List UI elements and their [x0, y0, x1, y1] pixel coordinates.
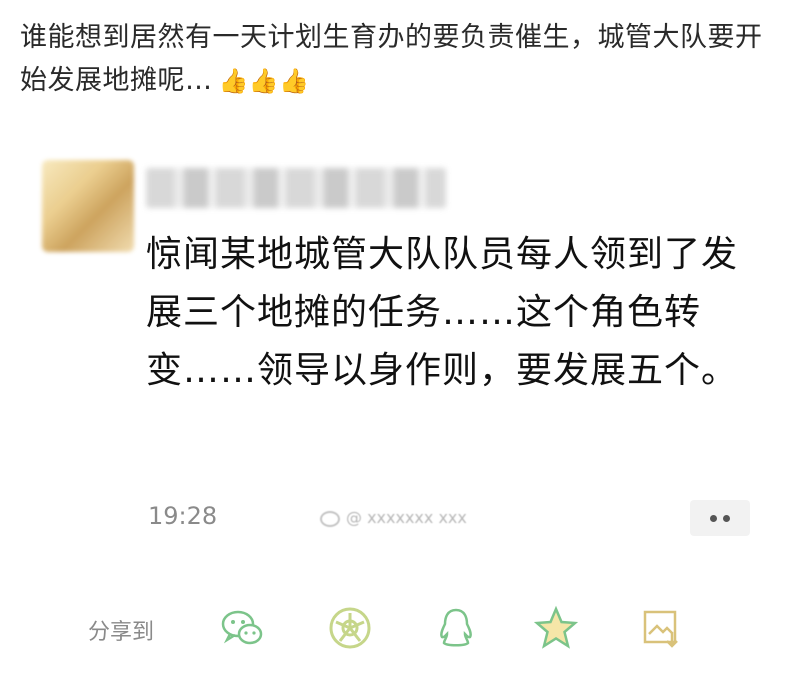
username-blurred[interactable]: [146, 168, 446, 208]
thumbs-up-emoji: 👍👍👍: [218, 67, 310, 95]
weibo-watermark-icon: [320, 510, 340, 527]
dot-icon: [710, 514, 717, 522]
caption-text: 谁能想到居然有一天计划生育办的要负责催生，城管大队要开始发展地摊呢… 👍👍👍: [20, 16, 780, 103]
wechat-icon[interactable]: [218, 604, 266, 652]
qzone-star-icon[interactable]: [532, 604, 580, 652]
dot-icon: [723, 514, 730, 522]
more-options-button[interactable]: [690, 500, 750, 536]
avatar[interactable]: [42, 160, 134, 252]
share-label: 分享到: [88, 620, 155, 645]
caption-body: 谁能想到居然有一天计划生育办的要负责催生，城管大队要开始发展地摊呢…: [20, 22, 763, 96]
qq-icon[interactable]: [432, 604, 480, 652]
comment-time: 19:28: [148, 502, 218, 530]
comment-text: 惊闻某地城管大队队员每人领到了发展三个地摊的任务……这个角色转变……领导以身作则…: [146, 234, 739, 391]
watermark: @ xxxxxxx xxx: [320, 508, 467, 527]
share-bar: 分享到: [0, 600, 800, 660]
image-save-icon[interactable]: [638, 604, 686, 652]
comment-card: 惊闻某地城管大队队员每人领到了发展三个地摊的任务……这个角色转变……领导以身作则…: [18, 150, 782, 560]
moments-icon[interactable]: [326, 604, 374, 652]
